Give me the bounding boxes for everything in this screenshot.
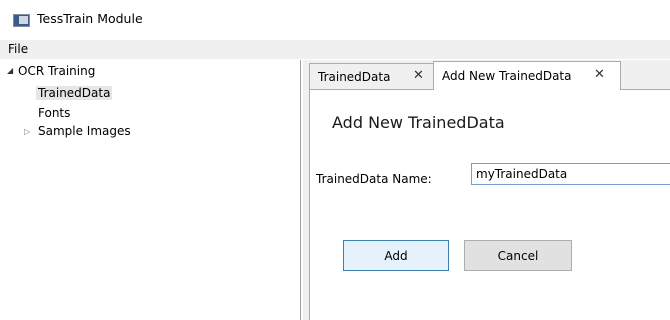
tree-item-fonts[interactable]: Fonts — [38, 106, 70, 120]
app-window-icon — [13, 14, 30, 27]
close-icon[interactable]: ✕ — [594, 67, 605, 82]
window-title: TessTrain Module — [37, 11, 143, 26]
collapsed-arrow-icon[interactable]: ▷ — [24, 127, 30, 136]
traineddata-name-label: TrainedData Name: — [316, 172, 432, 186]
tree-item-ocr-training[interactable]: OCR Training — [18, 64, 95, 78]
title-bar: TessTrain Module — [0, 0, 670, 40]
tab-add-new-traineddata[interactable]: Add New TrainedData ✕ — [433, 61, 621, 90]
expanded-arrow-icon[interactable]: ◢ — [7, 66, 13, 75]
menu-bar: File — [0, 40, 670, 59]
add-button[interactable]: Add — [343, 240, 449, 271]
tab-traineddata[interactable]: TrainedData ✕ — [309, 63, 434, 89]
traineddata-name-input[interactable] — [471, 163, 670, 185]
menu-file[interactable]: File — [8, 42, 28, 56]
tab-add-new-label: Add New TrainedData — [442, 69, 572, 83]
page-title: Add New TrainedData — [332, 113, 505, 132]
tree-item-traineddata[interactable]: TrainedData — [36, 86, 113, 100]
tree-item-sample-images[interactable]: Sample Images — [38, 124, 131, 138]
editor-area: TrainedData ✕ Add New TrainedData ✕ Add … — [303, 60, 670, 320]
cancel-button[interactable]: Cancel — [464, 240, 572, 271]
tab-traineddata-label: TrainedData — [318, 70, 391, 84]
add-traineddata-panel: Add New TrainedData TrainedData Name: Ad… — [309, 89, 670, 320]
tab-strip: TrainedData ✕ Add New TrainedData ✕ — [303, 60, 670, 90]
close-icon[interactable]: ✕ — [413, 68, 424, 83]
tree-panel: ◢ OCR Training TrainedData Fonts ▷ Sampl… — [0, 60, 301, 320]
